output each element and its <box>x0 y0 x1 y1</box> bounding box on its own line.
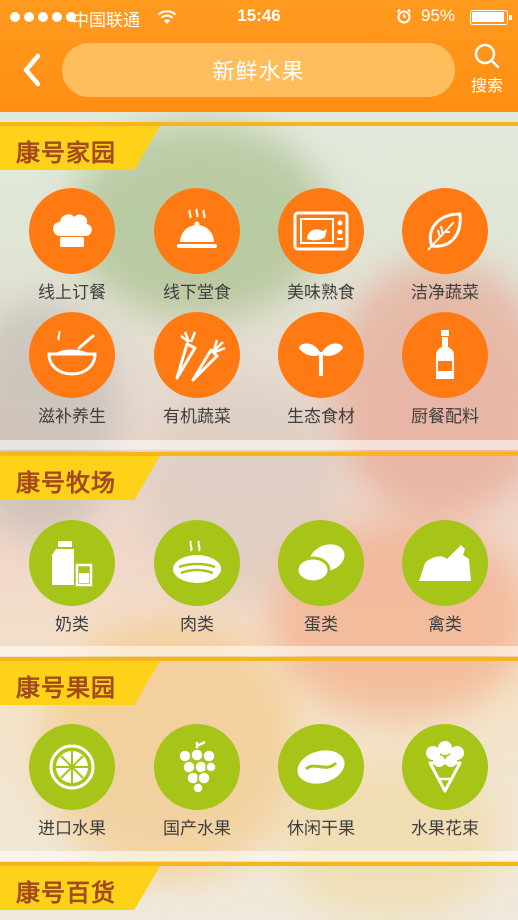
category-dine-in[interactable]: 线下堂食 <box>135 188 259 303</box>
cloche-icon <box>177 208 217 248</box>
section-header[interactable]: 康号百货 <box>0 866 160 910</box>
section-title: 康号牧场 <box>16 468 116 497</box>
alarm-icon <box>396 8 412 24</box>
category-fruit-bouquet[interactable]: 水果花束 <box>383 724 507 839</box>
section-divider <box>0 646 518 656</box>
leaf-icon <box>427 212 462 251</box>
category-meat[interactable]: 肉类 <box>135 520 259 635</box>
category-organic-vegetables[interactable]: 有机蔬菜 <box>135 312 259 427</box>
category-imported-fruit[interactable]: 进口水果 <box>10 724 134 839</box>
category-label: 厨餐配料 <box>411 407 479 427</box>
category-label: 进口水果 <box>38 819 106 839</box>
page-title: 新鲜水果 <box>62 43 455 97</box>
section-ranch: 康号牧场 奶类 肉类 蛋类 禽类 <box>0 452 518 648</box>
category-label: 禽类 <box>428 615 462 635</box>
category-label: 洁净蔬菜 <box>411 283 479 303</box>
section-divider <box>0 440 518 450</box>
category-clean-vegetables[interactable]: 洁净蔬菜 <box>383 188 507 303</box>
citrus-icon <box>49 744 95 790</box>
meat-icon <box>173 540 221 583</box>
category-dried-fruit[interactable]: 休闲干果 <box>259 724 383 839</box>
top-bar: 中国联通 15:46 95% 新鲜水果 搜索 <box>0 0 518 112</box>
category-label: 水果花束 <box>411 819 479 839</box>
section-header[interactable]: 康号家园 <box>0 126 160 170</box>
section-header[interactable]: 康号果园 <box>0 661 160 705</box>
category-seasonings[interactable]: 厨餐配料 <box>383 312 507 427</box>
chevron-left-icon <box>23 53 41 87</box>
battery-percent: 95% <box>421 6 456 25</box>
section-divider <box>0 851 518 861</box>
status-bar: 中国联通 15:46 95% <box>0 0 518 34</box>
search-icon <box>474 43 500 69</box>
egg-icon <box>295 544 345 584</box>
milk-icon <box>52 541 93 587</box>
category-label: 美味熟食 <box>287 283 355 303</box>
category-dairy[interactable]: 奶类 <box>10 520 134 635</box>
category-label: 国产水果 <box>163 819 231 839</box>
category-label: 有机蔬菜 <box>163 407 231 427</box>
section-title: 康号百货 <box>16 878 116 907</box>
carrot-icon <box>175 331 226 382</box>
category-label: 休闲干果 <box>287 819 355 839</box>
category-label: 滋补养生 <box>38 407 106 427</box>
category-poultry[interactable]: 禽类 <box>383 520 507 635</box>
chef-hat-icon <box>53 214 92 247</box>
sprout-icon <box>299 343 343 376</box>
section-title: 康号果园 <box>16 673 116 702</box>
back-button[interactable] <box>18 52 48 88</box>
search-button[interactable]: 搜索 <box>463 42 511 102</box>
nut-icon <box>297 750 345 784</box>
category-label: 生态食材 <box>287 407 355 427</box>
soup-bowl-icon <box>47 330 97 376</box>
category-eco-ingredients[interactable]: 生态食材 <box>259 312 383 427</box>
poultry-icon <box>419 545 471 581</box>
category-label: 线下堂食 <box>163 283 231 303</box>
category-label: 线上订餐 <box>38 283 106 303</box>
bouquet-icon <box>426 741 464 793</box>
category-label: 肉类 <box>180 615 214 635</box>
section-header[interactable]: 康号牧场 <box>0 456 160 500</box>
section-title: 康号家园 <box>16 138 116 167</box>
section-orchard: 康号果园 进口水果 国产水果 休闲干果 水果花束 <box>0 657 518 853</box>
category-health-tonic[interactable]: 滋补养生 <box>10 312 134 427</box>
section-home-garden: 康号家园 线上订餐 线下堂食 美味熟食 洁净蔬菜 滋补养生 有机蔬菜 生态食材 … <box>0 122 518 440</box>
category-domestic-fruit[interactable]: 国产水果 <box>135 724 259 839</box>
battery-icon <box>470 10 512 25</box>
grapes-icon <box>178 740 217 794</box>
search-label: 搜索 <box>470 76 503 95</box>
category-label: 奶类 <box>55 615 89 635</box>
category-online-order[interactable]: 线上订餐 <box>10 188 134 303</box>
category-cooked-food[interactable]: 美味熟食 <box>259 188 383 303</box>
oven-icon <box>293 211 349 251</box>
section-department-store: 康号百货 <box>0 862 518 920</box>
category-eggs[interactable]: 蛋类 <box>259 520 383 635</box>
category-label: 蛋类 <box>304 615 338 635</box>
bottle-icon <box>436 330 454 379</box>
